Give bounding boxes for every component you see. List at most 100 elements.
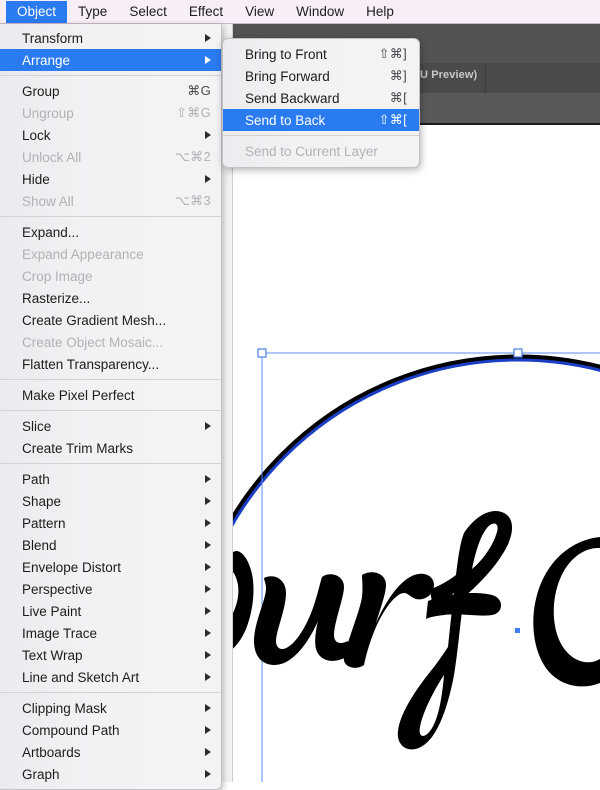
menu-item-label: Shape (22, 493, 62, 509)
chevron-right-icon (205, 541, 211, 549)
menu-item-label: Expand... (22, 224, 80, 240)
menubar-item-select[interactable]: Select (118, 1, 178, 23)
chevron-right-icon (205, 131, 211, 139)
chevron-right-icon (205, 673, 211, 681)
selection-handle-top-center (513, 348, 523, 358)
menu-item-shortcut: ⇧⌘] (378, 46, 407, 61)
menu-item-shortcut: ⌥⌘2 (174, 149, 211, 164)
menu-item-flatten-transparency[interactable]: Flatten Transparency... (0, 353, 221, 375)
menu-item-label: Crop Image (22, 268, 93, 284)
menu-item-label: Group (22, 83, 60, 99)
menu-item-label: Perspective (22, 581, 93, 597)
menu-item-group[interactable]: Group ⌘G (0, 80, 221, 102)
menu-item-slice[interactable]: Slice (0, 415, 221, 437)
chevron-right-icon (205, 726, 211, 734)
menu-item-shortcut: ⌘] (389, 68, 407, 83)
menu-separator (0, 410, 221, 411)
menu-item-label: Ungroup (22, 105, 74, 121)
menu-item-bring-forward[interactable]: Bring Forward ⌘] (223, 65, 419, 87)
chevron-right-icon (205, 175, 211, 183)
menu-item-label: Send to Back (245, 112, 326, 128)
menu-item-label: Rasterize... (22, 290, 91, 306)
menu-item-lock[interactable]: Lock (0, 124, 221, 146)
menu-item-blend[interactable]: Blend (0, 534, 221, 556)
menu-item-create-object-mosaic: Create Object Mosaic... (0, 331, 221, 353)
menu-item-expand[interactable]: Expand... (0, 221, 221, 243)
menu-item-artboards[interactable]: Artboards (0, 741, 221, 763)
menubar-item-type[interactable]: Type (67, 1, 118, 23)
chevron-right-icon (205, 563, 211, 571)
menu-item-unlock-all: Unlock All ⌥⌘2 (0, 146, 221, 168)
menu-item-compound-path[interactable]: Compound Path (0, 719, 221, 741)
menu-item-text-wrap[interactable]: Text Wrap (0, 644, 221, 666)
circle-path-black (232, 354, 600, 525)
menu-item-label: Text Wrap (22, 647, 83, 663)
menu-item-make-pixel-perfect[interactable]: Make Pixel Perfect (0, 384, 221, 406)
menubar-item-effect[interactable]: Effect (178, 1, 234, 23)
menu-item-hide[interactable]: Hide (0, 168, 221, 190)
menu-item-label: Unlock All (22, 149, 82, 165)
menu-item-label: Transform (22, 30, 84, 46)
menu-item-label: Lock (22, 127, 51, 143)
menu-item-label: Create Gradient Mesh... (22, 312, 167, 328)
menu-separator (0, 216, 221, 217)
menu-item-create-trim-marks[interactable]: Create Trim Marks (0, 437, 221, 459)
menu-item-label: Show All (22, 193, 74, 209)
artboard-artwork[interactable] (232, 123, 600, 782)
chevron-right-icon (205, 704, 211, 712)
chevron-right-icon (205, 748, 211, 756)
chevron-right-icon (205, 651, 211, 659)
menu-item-label: Expand Appearance (22, 246, 144, 262)
menu-item-expand-appearance: Expand Appearance (0, 243, 221, 265)
menu-item-label: Hide (22, 171, 50, 187)
menu-item-pattern[interactable]: Pattern (0, 512, 221, 534)
chevron-right-icon (205, 56, 211, 64)
menu-item-label: Envelope Distort (22, 559, 122, 575)
menu-item-image-trace[interactable]: Image Trace (0, 622, 221, 644)
menu-item-transform[interactable]: Transform (0, 27, 221, 49)
menu-separator (0, 379, 221, 380)
menubar-item-help[interactable]: Help (355, 1, 405, 23)
menu-item-label: Live Paint (22, 603, 82, 619)
menu-item-shortcut: ⌘G (187, 83, 211, 98)
arrange-submenu-dropdown[interactable]: Bring to Front ⇧⌘] Bring Forward ⌘] Send Bac… (222, 38, 420, 168)
menu-item-create-gradient-mesh[interactable]: Create Gradient Mesh... (0, 309, 221, 331)
menubar-item-object[interactable]: Object (6, 0, 68, 23)
menubar-item-window[interactable]: Window (285, 1, 355, 23)
menu-item-line-and-sketch-art[interactable]: Line and Sketch Art (0, 666, 221, 688)
menu-separator (223, 135, 419, 136)
menu-item-envelope-distort[interactable]: Envelope Distort (0, 556, 221, 578)
menubar[interactable]: Object Type Select Effect View Window Help (0, 0, 600, 24)
menu-item-label: Pattern (22, 515, 66, 531)
menu-item-send-to-back[interactable]: Send to Back ⇧⌘[ (223, 109, 419, 131)
menu-item-shortcut: ⇧⌘G (176, 105, 211, 120)
menu-item-shape[interactable]: Shape (0, 490, 221, 512)
menu-item-rasterize[interactable]: Rasterize... (0, 287, 221, 309)
menu-item-label: Path (22, 471, 50, 487)
menu-separator (0, 75, 221, 76)
menubar-item-view[interactable]: View (234, 1, 285, 23)
menu-item-path[interactable]: Path (0, 468, 221, 490)
menu-item-label: Send Backward (245, 90, 340, 106)
menu-item-label: Arrange (22, 52, 71, 68)
menu-item-label: Create Object Mosaic... (22, 334, 164, 350)
menu-item-send-backward[interactable]: Send Backward ⌘[ (223, 87, 419, 109)
menu-item-live-paint[interactable]: Live Paint (0, 600, 221, 622)
menu-item-crop-image: Crop Image (0, 265, 221, 287)
menu-item-bring-to-front[interactable]: Bring to Front ⇧⌘] (223, 43, 419, 65)
chevron-right-icon (205, 629, 211, 637)
menu-item-label: Compound Path (22, 722, 120, 738)
document-tab-divider (485, 63, 486, 93)
menu-item-perspective[interactable]: Perspective (0, 578, 221, 600)
menu-separator (0, 463, 221, 464)
chevron-right-icon (205, 585, 211, 593)
selection-handle-top-left (257, 348, 267, 358)
menu-item-clipping-mask[interactable]: Clipping Mask (0, 697, 221, 719)
menu-item-shortcut: ⌘[ (389, 90, 407, 105)
object-menu-dropdown[interactable]: Transform Arrange Group ⌘G Ungroup ⇧⌘G Lock Unl… (0, 24, 222, 790)
menu-item-arrange[interactable]: Arrange (0, 49, 221, 71)
menu-item-show-all: Show All ⌥⌘3 (0, 190, 221, 212)
menu-item-label: Blend (22, 537, 57, 553)
circle-path-selection (232, 358, 600, 529)
menu-item-label: Clipping Mask (22, 700, 107, 716)
